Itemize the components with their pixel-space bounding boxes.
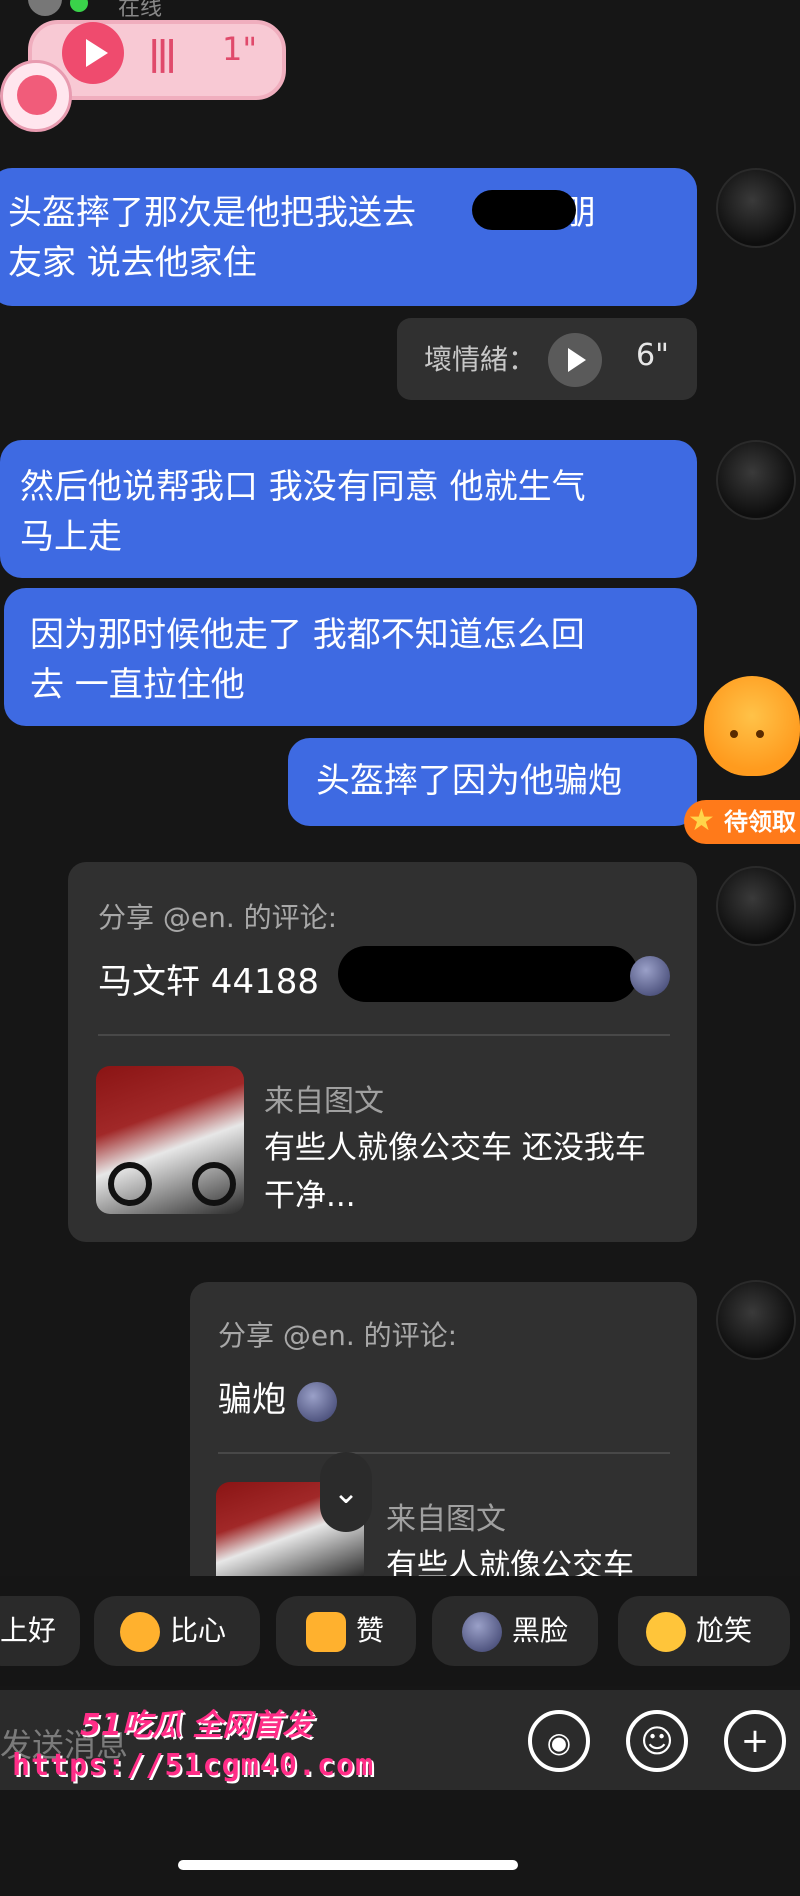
emoji-icon: ☺ (640, 1722, 674, 1760)
share-comment-text: 马文轩 44188 (98, 962, 319, 1002)
message-bubble[interactable]: 头盔摔了因为他骗炮 (288, 738, 697, 826)
star-icon: ★ (688, 803, 715, 838)
post-excerpt-line: 有些人就像公交车 还没我车 (264, 1130, 646, 1166)
message-text: 头盔摔了因为他骗炮 (316, 761, 622, 801)
scroll-to-bottom-button[interactable]: ⌄ (320, 1452, 372, 1532)
waveform-icon: ||| (148, 34, 177, 74)
message-text: 去 一直拉住他 (30, 665, 245, 705)
message-text: 头盔摔了那次是他把我送去 (8, 193, 416, 233)
play-icon[interactable] (548, 333, 602, 387)
plus-icon: + (740, 1721, 770, 1761)
divider (98, 1034, 670, 1036)
voice-button[interactable]: ◉ (528, 1710, 590, 1772)
chevron-down-icon: ⌄ (332, 1473, 360, 1511)
watermark-title: 51吃瓜 全网首发 (80, 1708, 313, 1743)
voice-reply-label: 壞情緒： (424, 343, 537, 376)
voice-duration: 1" (222, 30, 258, 68)
redaction (338, 946, 638, 1002)
share-comment-text: 骗炮 (218, 1372, 337, 1422)
post-source-label: 来自图文 (386, 1502, 506, 1537)
awkward-smile-emoji-icon (646, 1612, 686, 1652)
quick-reply-chip[interactable]: 比心 (94, 1596, 260, 1666)
message-text: 然后他说帮我口 我没有同意 他就生气 (20, 467, 586, 507)
message-text: 马上走 (20, 517, 122, 557)
quick-reply-chip[interactable]: 黑脸 (432, 1596, 598, 1666)
chip-label: 黑脸 (512, 1614, 569, 1647)
black-face-emoji-icon (462, 1612, 502, 1652)
avatar[interactable] (716, 1280, 796, 1360)
mascot-eye (730, 730, 738, 738)
voice-reply-duration: 6" (636, 338, 669, 373)
moon-emoji-icon (296, 1381, 337, 1422)
post-excerpt: 有些人就像公交车 还没我车 干净... (264, 1124, 646, 1220)
share-header: 分享 @en. 的评论: (98, 901, 338, 934)
post-source-label: 来自图文 (264, 1084, 384, 1119)
heart-hands-emoji-icon (120, 1612, 160, 1652)
sticker-icon (0, 60, 72, 132)
message-text: 因为那时候他走了 我都不知道怎么回 (30, 615, 585, 655)
message-bubble[interactable]: 头盔摔了那次是他把我送去他男朋 友家 说去他家住 (0, 168, 697, 306)
share-header: 分享 @en. 的评论: (218, 1319, 458, 1352)
emoji-button[interactable]: ☺ (626, 1710, 688, 1772)
divider (218, 1452, 670, 1454)
post-excerpt-line: 有些人就像公交车 (386, 1548, 634, 1576)
quick-reply-chip[interactable]: 尬笑 (618, 1596, 790, 1666)
avatar[interactable] (716, 440, 796, 520)
redaction (472, 190, 576, 230)
mascot-icon[interactable] (704, 676, 800, 776)
quick-reply-chip[interactable]: 赞 (276, 1596, 416, 1666)
home-indicator[interactable] (178, 1860, 518, 1870)
avatar[interactable] (716, 168, 796, 248)
voice-icon: ◉ (546, 1726, 572, 1759)
play-icon[interactable] (62, 22, 124, 84)
online-indicator (70, 0, 88, 12)
watermark-url: https://51cgm40.com (12, 1748, 375, 1783)
message-text: 友家 说去他家住 (8, 243, 257, 283)
quick-reply-chip[interactable]: 上好 (0, 1596, 80, 1666)
share-comment-text: 骗炮 (218, 1380, 286, 1420)
message-bubble[interactable]: 然后他说帮我口 我没有同意 他就生气 马上走 (0, 440, 697, 578)
post-excerpt-line: 干净... (264, 1178, 356, 1214)
chip-label: 上好 (0, 1614, 57, 1647)
online-status: 在线 (118, 0, 163, 21)
moon-emoji-icon (630, 956, 670, 996)
chip-label: 尬笑 (696, 1614, 753, 1647)
thumbs-up-emoji-icon (306, 1612, 346, 1652)
post-thumbnail[interactable] (96, 1066, 244, 1214)
status-bar: 在线 (0, 0, 800, 21)
chip-label: 比心 (170, 1614, 227, 1647)
chip-label: 赞 (356, 1614, 385, 1647)
message-bubble[interactable]: 因为那时候他走了 我都不知道怎么回 去 一直拉住他 (4, 588, 697, 726)
mascot-eye (756, 730, 764, 738)
more-button[interactable]: + (724, 1710, 786, 1772)
avatar[interactable] (716, 866, 796, 946)
contact-avatar[interactable] (28, 0, 62, 16)
